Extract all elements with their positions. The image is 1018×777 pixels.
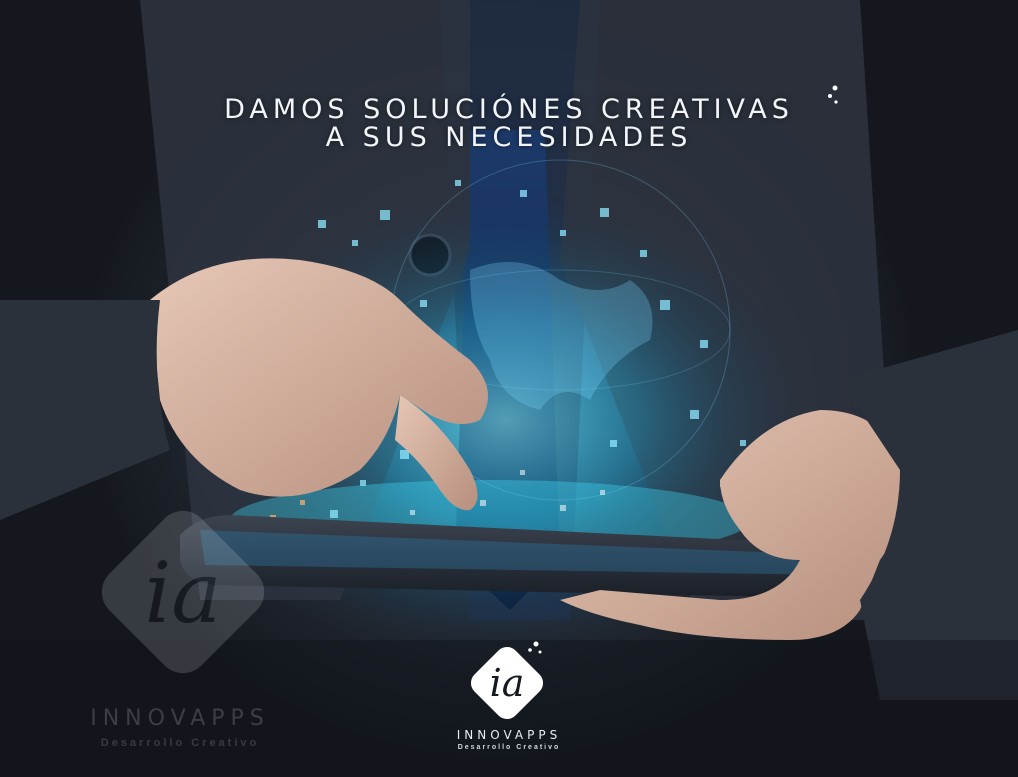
headline-line-1: DAMOS SOLUCIÓNES CREATIVAS — [224, 94, 794, 125]
logo-text: ia — [490, 661, 525, 705]
watermark-tagline: Desarrollo Creativo — [100, 737, 260, 749]
headline-line-2: A SUS NECESIDADES — [325, 122, 693, 153]
brand-name: INNOVAPPS — [456, 728, 562, 742]
innovapps-logo: ia — [470, 641, 544, 720]
watermark-logo-text: ia — [145, 544, 222, 642]
watermark-brand-name: INNOVAPPS — [90, 706, 270, 731]
brand-tagline: Desarrollo Creativo — [457, 744, 561, 751]
sparkle-dots-decoration — [828, 85, 838, 104]
watermark-logo: ia — [101, 510, 265, 674]
hero-image: DAMOS SOLUCIÓNES CREATIVAS A SUS NECESID… — [0, 0, 1018, 777]
